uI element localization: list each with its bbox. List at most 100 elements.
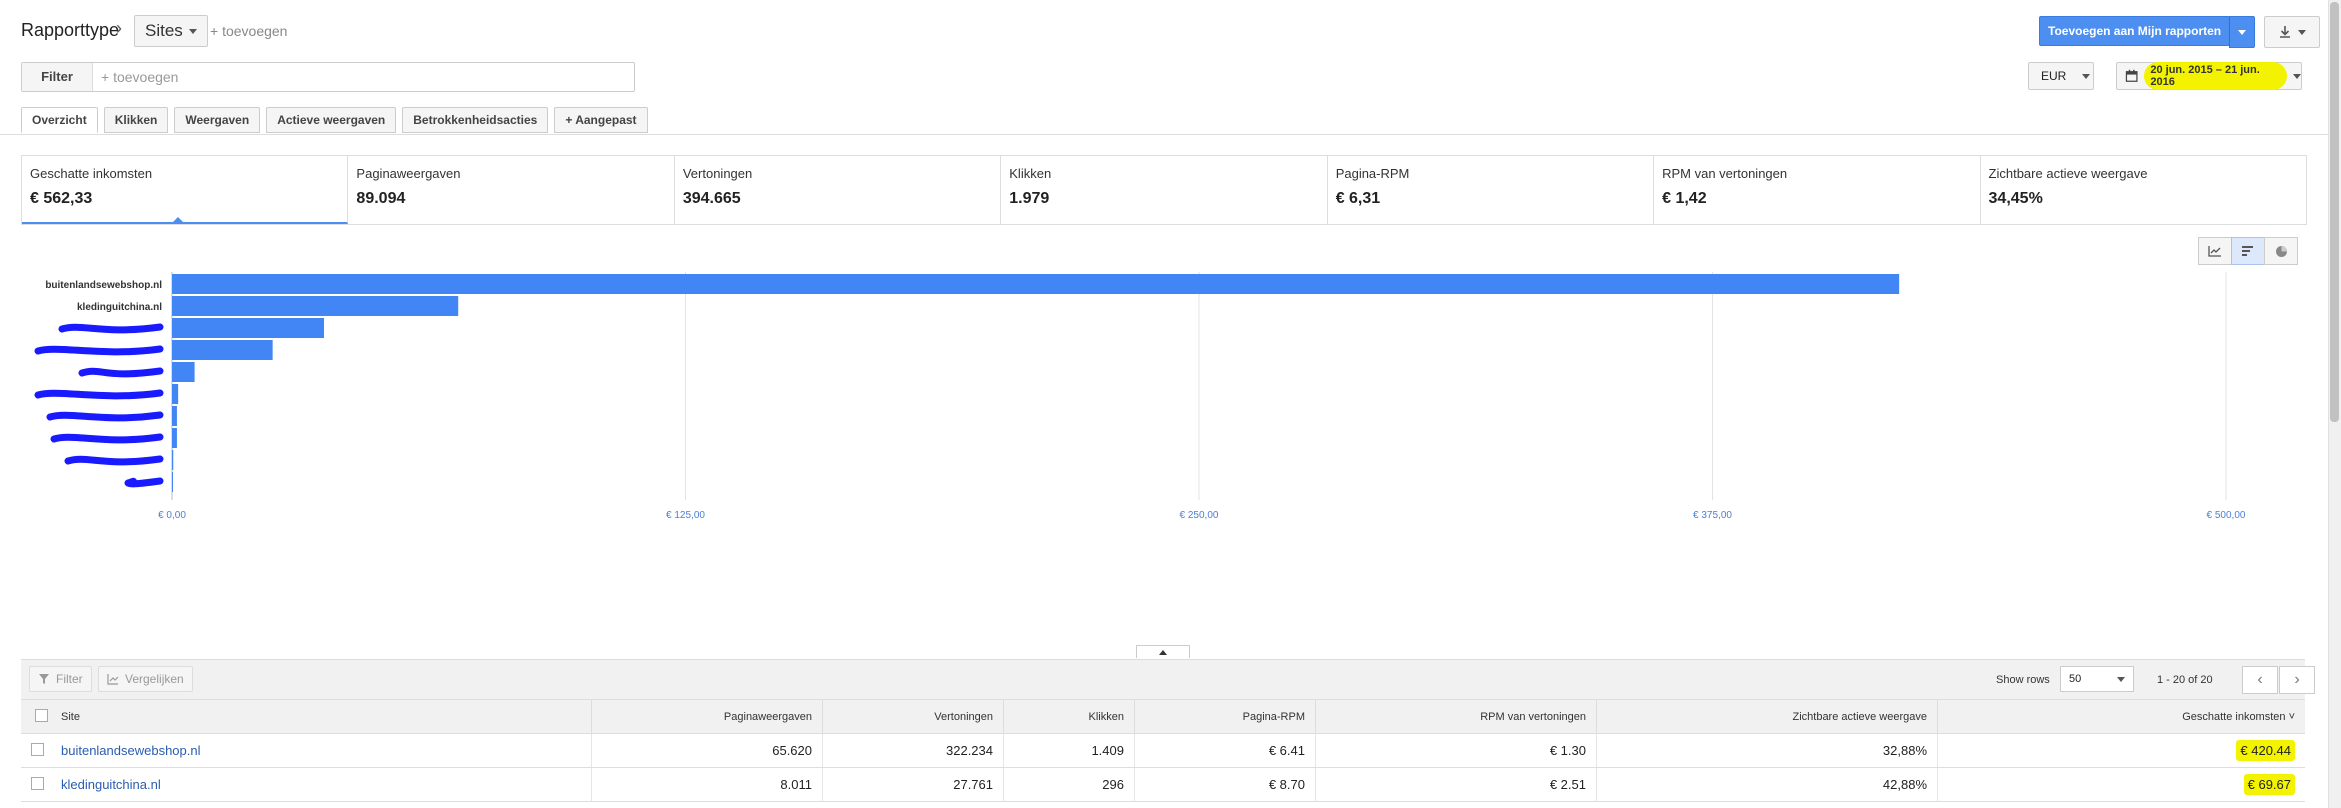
chevron-down-icon bbox=[188, 28, 197, 34]
col-clicks[interactable]: Klikken bbox=[1003, 699, 1135, 734]
dimension-label: Sites bbox=[145, 21, 183, 40]
metric-card-page-rpm[interactable]: Pagina-RPM € 6,31 bbox=[1328, 156, 1655, 224]
metric-label: Zichtbare actieve weergave bbox=[1988, 166, 2148, 181]
row-checkbox[interactable] bbox=[31, 776, 44, 790]
table-filter-button[interactable]: Filter bbox=[29, 666, 92, 692]
bar bbox=[172, 450, 174, 470]
metric-card-estimated-earnings[interactable]: Geschatte inkomsten € 562,33 bbox=[22, 156, 349, 224]
x-tick-label: € 125,00 bbox=[666, 510, 705, 521]
metric-scorecards: Geschatte inkomsten € 562,33 Paginaweerg… bbox=[21, 155, 2307, 225]
redacted-label bbox=[46, 411, 164, 422]
tab-divider bbox=[0, 134, 2341, 135]
calendar-icon bbox=[2125, 69, 2138, 82]
select-all-checkbox[interactable] bbox=[34, 708, 48, 722]
compare-button[interactable]: Vergelijken bbox=[98, 666, 193, 692]
scrollbar-thumb[interactable] bbox=[2330, 2, 2339, 422]
tab-actieve-weergaven[interactable]: Actieve weergaven bbox=[266, 107, 397, 133]
pageviews-cell: 8.011 bbox=[591, 767, 823, 802]
next-page-button[interactable]: › bbox=[2279, 666, 2315, 694]
filter-label: Filter bbox=[22, 63, 93, 91]
bar bbox=[172, 406, 177, 426]
redacted-label bbox=[34, 345, 164, 356]
metric-value: 34,45% bbox=[1988, 190, 2043, 207]
earnings-cell: € 420.44 bbox=[1937, 733, 2305, 768]
table-filter-label: Filter bbox=[56, 672, 83, 686]
tab-weergaven[interactable]: Weergaven bbox=[174, 107, 261, 133]
metric-card-clicks[interactable]: Klikken 1.979 bbox=[1001, 156, 1328, 224]
chevron-right-icon: › bbox=[2294, 671, 2300, 688]
date-range-label: 20 jun. 2015 – 21 jun. 2016 bbox=[2144, 62, 2287, 90]
row-checkbox[interactable] bbox=[31, 742, 44, 756]
metric-card-active-view-viewable[interactable]: Zichtbare actieve weergave 34,45% bbox=[1981, 156, 2306, 224]
col-impression-rpm[interactable]: RPM van vertoningen bbox=[1315, 699, 1597, 734]
redacted-label bbox=[50, 433, 164, 444]
tab-betrokkenheidsacties[interactable]: Betrokkenheidsacties bbox=[402, 107, 549, 133]
metric-label: Klikken bbox=[1009, 166, 1052, 181]
breadcrumb[interactable]: Rapporttype bbox=[21, 20, 119, 41]
metric-value: € 562,33 bbox=[30, 190, 93, 207]
dimension-dropdown[interactable]: Sites bbox=[134, 15, 208, 47]
rows-per-page-value: 50 bbox=[2069, 673, 2082, 685]
tab-aangepast[interactable]: + Aangepast bbox=[554, 107, 648, 133]
collapse-chart-button[interactable] bbox=[1136, 645, 1190, 658]
filter-input[interactable]: + toevoegen bbox=[93, 63, 178, 91]
table-row[interactable]: buitenlandsewebshop.nl 65.620 322.234 1.… bbox=[21, 733, 2305, 768]
bar bbox=[172, 428, 177, 448]
viewable-cell: 42,88% bbox=[1596, 767, 1938, 802]
metric-value: € 1,42 bbox=[1662, 190, 1707, 207]
tab-overzicht[interactable]: Overzicht bbox=[21, 107, 98, 133]
impressions-cell: 322.234 bbox=[822, 733, 1004, 768]
col-estimated-earnings[interactable]: Geschatte inkomsten ˅ bbox=[1937, 699, 2305, 734]
table-row[interactable]: kledinguitchina.nl 8.011 27.761 296 € 8.… bbox=[21, 767, 2305, 802]
metric-label: Geschatte inkomsten bbox=[30, 166, 153, 181]
download-button[interactable] bbox=[2264, 16, 2320, 48]
site-link[interactable]: buitenlandsewebshop.nl bbox=[61, 743, 201, 758]
page-rpm-cell: € 8.70 bbox=[1134, 767, 1316, 802]
chevron-down-icon bbox=[2298, 29, 2306, 35]
breadcrumb-separator: › bbox=[116, 18, 122, 38]
earnings-value: € 69.67 bbox=[2243, 774, 2295, 795]
category-label: buitenlandsewebshop.nl bbox=[45, 280, 162, 291]
metric-label: Vertoningen bbox=[682, 166, 753, 181]
filter-icon bbox=[39, 674, 49, 684]
metric-card-pageviews[interactable]: Paginaweergaven 89.094 bbox=[348, 156, 675, 224]
line-chart-icon bbox=[2208, 246, 2221, 257]
rows-per-page-select[interactable]: 50 bbox=[2060, 666, 2134, 692]
col-site[interactable]: Site bbox=[51, 699, 592, 734]
redacted-label bbox=[34, 389, 164, 400]
site-link[interactable]: kledinguitchina.nl bbox=[61, 777, 161, 792]
col-viewable[interactable]: Zichtbare actieve weergave bbox=[1596, 699, 1938, 734]
report-tabs: Overzicht Klikken Weergaven Actieve weer… bbox=[21, 107, 648, 133]
add-to-my-reports-button[interactable]: Toevoegen aan Mijn rapporten bbox=[2039, 16, 2231, 46]
previous-page-button[interactable]: ‹ bbox=[2242, 666, 2278, 694]
download-icon bbox=[2280, 26, 2290, 38]
x-tick-label: € 250,00 bbox=[1180, 510, 1219, 521]
metric-label: RPM van vertoningen bbox=[1662, 166, 1788, 181]
col-pageviews[interactable]: Paginaweergaven bbox=[591, 699, 823, 734]
col-page-rpm[interactable]: Pagina-RPM bbox=[1134, 699, 1316, 734]
redacted-label bbox=[64, 455, 164, 466]
chevron-down-icon bbox=[2238, 29, 2246, 35]
bar-chart-icon bbox=[2242, 246, 2253, 256]
metric-label: Pagina-RPM bbox=[1335, 166, 1410, 181]
filter-bar[interactable]: Filter + toevoegen bbox=[21, 62, 635, 92]
metric-card-impression-rpm[interactable]: RPM van vertoningen € 1,42 bbox=[1654, 156, 1981, 224]
bar-chart-button[interactable] bbox=[2231, 237, 2265, 265]
clicks-cell: 296 bbox=[1003, 767, 1135, 802]
site-cell: buitenlandsewebshop.nl bbox=[51, 733, 592, 768]
tab-klikken[interactable]: Klikken bbox=[103, 107, 169, 133]
x-tick-label: € 0,00 bbox=[158, 510, 186, 521]
metric-value: 89.094 bbox=[356, 190, 406, 207]
add-to-reports-menu-button[interactable] bbox=[2229, 16, 2255, 48]
date-range-picker[interactable]: 20 jun. 2015 – 21 jun. 2016 bbox=[2116, 62, 2302, 90]
metric-card-impressions[interactable]: Vertoningen 394.665 bbox=[675, 156, 1002, 224]
currency-selector[interactable]: EUR bbox=[2028, 62, 2094, 90]
col-impressions[interactable]: Vertoningen bbox=[822, 699, 1004, 734]
impression-rpm-cell: € 2.51 bbox=[1315, 767, 1597, 802]
line-chart-button[interactable] bbox=[2198, 237, 2232, 265]
row-select-cell bbox=[21, 767, 51, 802]
add-dimension-link[interactable]: + toevoegen bbox=[210, 23, 287, 39]
pie-chart-button[interactable] bbox=[2264, 237, 2298, 265]
pie-chart-icon bbox=[2275, 245, 2287, 257]
viewable-cell: 32,88% bbox=[1596, 733, 1938, 768]
